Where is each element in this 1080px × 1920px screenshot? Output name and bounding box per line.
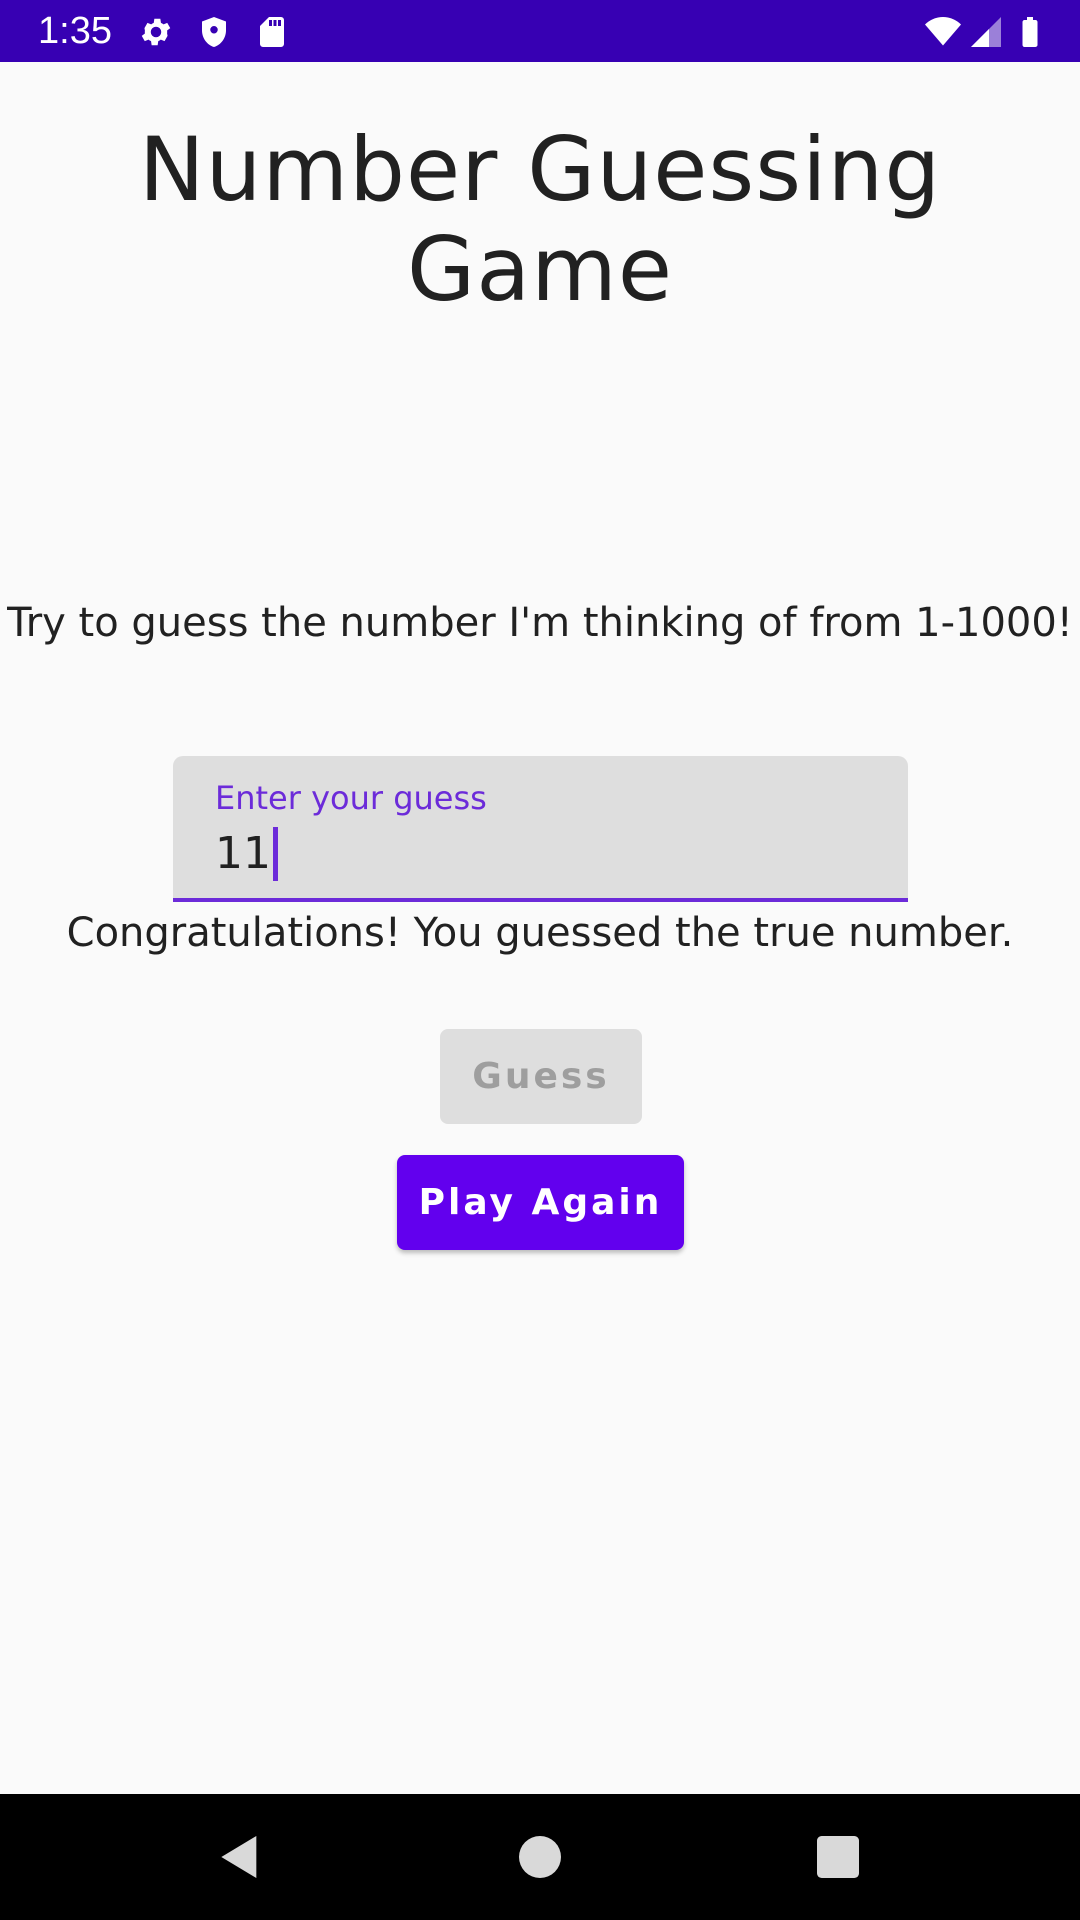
play-again-button[interactable]: Play Again xyxy=(397,1155,684,1250)
guess-input-label: Enter your guess xyxy=(215,779,487,817)
result-message: Congratulations! You guessed the true nu… xyxy=(66,910,1014,956)
guess-input-value[interactable]: 11 xyxy=(215,828,271,880)
gear-icon xyxy=(138,14,174,50)
page-title: Number Guessing Game xyxy=(138,118,942,321)
wifi-icon xyxy=(922,14,964,50)
status-time: 1:35 xyxy=(38,10,112,52)
instructions-text: Try to guess the number I'm thinking of … xyxy=(7,600,1073,646)
guess-input[interactable]: Enter your guess 11 xyxy=(173,756,908,902)
home-icon[interactable] xyxy=(512,1829,568,1885)
navigation-bar xyxy=(0,1794,1080,1920)
guess-input-value-wrap[interactable]: 11 xyxy=(215,826,278,882)
shield-icon xyxy=(196,14,232,50)
text-cursor xyxy=(273,827,278,881)
battery-icon xyxy=(1012,14,1048,50)
signal-icon xyxy=(968,14,1004,50)
guess-button[interactable]: Guess xyxy=(440,1029,642,1124)
recents-icon[interactable] xyxy=(810,1829,866,1885)
status-bar: 1:35 xyxy=(0,0,1080,62)
sd-card-icon xyxy=(254,14,290,50)
back-icon[interactable] xyxy=(212,1829,268,1885)
